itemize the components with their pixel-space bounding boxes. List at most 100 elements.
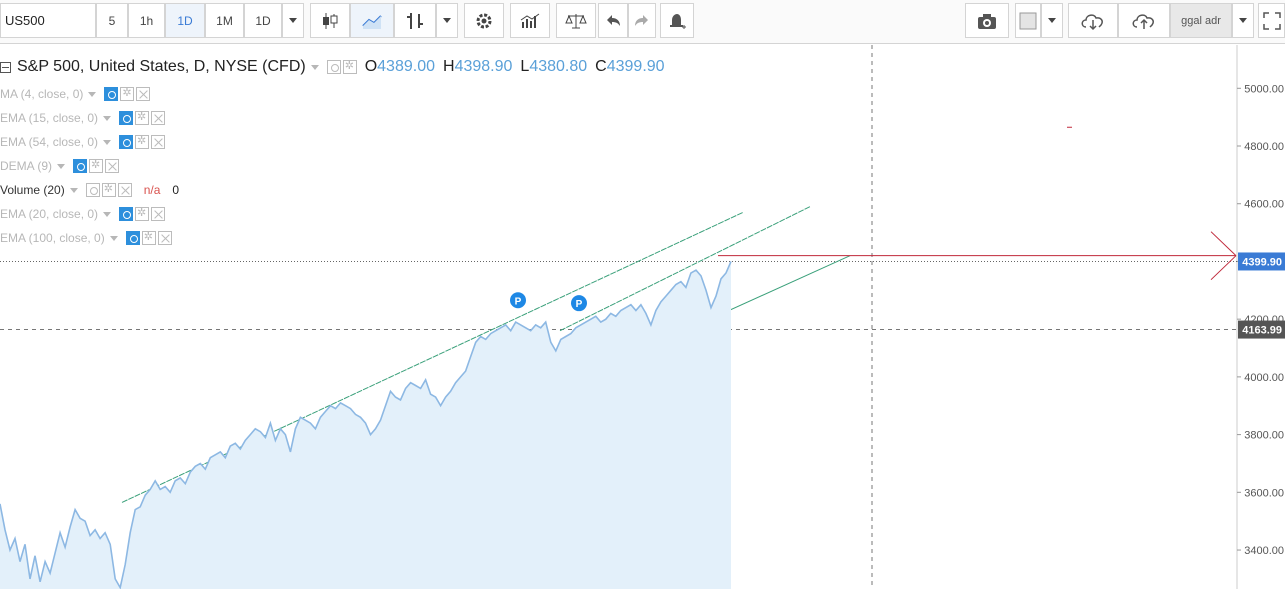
marker-label: P — [515, 296, 522, 307]
visibility-icon[interactable] — [85, 183, 100, 197]
indicator-row: MA (4, close, 0) — [0, 85, 151, 103]
candles-button[interactable] — [310, 3, 350, 38]
low-value: 4380.80 — [529, 58, 588, 75]
settings-gear-icon[interactable] — [141, 230, 156, 245]
settings-button[interactable] — [464, 3, 504, 38]
indicators-button[interactable] — [510, 3, 550, 38]
screenshot-button[interactable] — [965, 3, 1009, 38]
event-marker[interactable]: P — [571, 295, 587, 312]
visibility-icon[interactable] — [73, 159, 88, 173]
tick-label: 3400.00 — [1244, 545, 1284, 557]
line-chart-icon — [362, 14, 382, 29]
chevron-down-icon[interactable] — [103, 211, 112, 217]
visibility-icon[interactable] — [326, 60, 341, 74]
undo-icon — [607, 14, 620, 26]
fullscreen-button[interactable] — [1258, 3, 1285, 38]
indicator-label: EMA (54, close, 0) — [0, 135, 99, 149]
chart-overlay — [718, 126, 1237, 281]
open-label: O — [364, 58, 378, 75]
user-account-button[interactable]: ggal adr — [1170, 3, 1232, 38]
undo-button[interactable] — [598, 3, 628, 38]
settings-gear-icon[interactable] — [135, 134, 150, 149]
cloud-save-button[interactable] — [1118, 3, 1170, 38]
chevron-down-icon — [289, 18, 297, 23]
collapse-legend-icon[interactable] — [0, 61, 11, 73]
indicator-label: DEMA (9) — [0, 159, 53, 173]
remove-icon[interactable] — [105, 159, 120, 173]
fullscreen-icon — [1262, 11, 1281, 30]
interval-1d-custom-button[interactable]: 1D — [244, 3, 282, 38]
interval-dropdown-button[interactable] — [282, 3, 304, 38]
close-value: 4399.90 — [606, 58, 665, 75]
arrow-head-upper — [1210, 231, 1237, 257]
indicator-label: EMA (100, close, 0) — [0, 231, 105, 245]
settings-gear-icon[interactable] — [342, 59, 357, 74]
symbol-title: S&P 500, United States, D, NYSE (CFD) — [17, 58, 306, 75]
indicator-row: EMA (54, close, 0) — [0, 133, 166, 151]
interval-5-button[interactable]: 5 — [96, 3, 128, 38]
alert-button[interactable] — [660, 3, 694, 38]
alert-bell-icon — [670, 13, 686, 29]
chevron-down-icon[interactable] — [69, 187, 78, 193]
tick-label: 3600.00 — [1244, 487, 1284, 499]
chevron-down-icon — [1239, 18, 1247, 23]
chevron-down-icon — [443, 18, 451, 23]
cloud-upload-icon — [1132, 13, 1154, 29]
cloud-load-button[interactable] — [1068, 3, 1118, 38]
compare-button[interactable] — [556, 3, 596, 38]
chevron-down-icon[interactable] — [88, 91, 97, 97]
remove-icon[interactable] — [151, 135, 166, 149]
color-box-icon — [1019, 12, 1037, 29]
event-markers[interactable]: PP — [510, 292, 587, 312]
compare-scale-icon — [565, 13, 587, 28]
settings-gear-icon[interactable] — [101, 182, 116, 197]
chevron-down-icon[interactable] — [310, 64, 319, 70]
high-value: 4398.90 — [454, 58, 513, 75]
chevron-down-icon[interactable] — [103, 139, 112, 145]
line-chart-button[interactable] — [350, 3, 394, 38]
chevron-down-icon[interactable] — [109, 235, 118, 241]
settings-gear-icon[interactable] — [120, 86, 135, 101]
redo-button[interactable] — [628, 3, 656, 38]
visibility-icon[interactable] — [104, 87, 119, 101]
volume-na-value: n/a — [143, 183, 161, 197]
chevron-down-icon[interactable] — [57, 163, 66, 169]
visibility-icon[interactable] — [119, 111, 134, 125]
visibility-icon[interactable] — [125, 231, 140, 245]
arrow-head-lower — [1210, 255, 1237, 281]
interval-1m-button[interactable]: 1M — [205, 3, 244, 38]
remove-icon[interactable] — [157, 231, 172, 245]
chevron-down-icon[interactable] — [103, 115, 112, 121]
visibility-icon[interactable] — [119, 207, 134, 221]
marker-label: P — [576, 299, 583, 310]
user-dropdown-button[interactable] — [1232, 3, 1254, 38]
crosshair-price-badge-label: 4163.99 — [1242, 325, 1282, 337]
indicator-label: MA (4, close, 0) — [0, 87, 84, 101]
settings-gear-icon[interactable] — [135, 110, 150, 125]
chart-type-dropdown-button[interactable] — [436, 3, 458, 38]
interval-1h-button[interactable]: 1h — [128, 3, 165, 38]
settings-gear-icon — [476, 13, 492, 28]
last-price-badge-label: 4399.90 — [1242, 256, 1282, 268]
indicator-row-volume: Volume (20) n/a 0 — [0, 181, 179, 199]
price-axis[interactable]: 5000.004800.004600.004400.004200.004000.… — [1237, 83, 1285, 557]
remove-icon[interactable] — [151, 207, 166, 221]
tick-label: 4800.00 — [1244, 141, 1284, 153]
redo-icon — [635, 14, 648, 26]
remove-icon[interactable] — [117, 183, 132, 197]
interval-1d-button[interactable]: 1D — [165, 3, 205, 38]
price-chart[interactable]: PP 5000.004800.004600.004400.004200.0040… — [0, 45, 1285, 589]
tick-label: 5000.00 — [1244, 83, 1284, 95]
remove-icon[interactable] — [136, 87, 151, 101]
settings-gear-icon[interactable] — [135, 206, 150, 221]
indicator-label: Volume (20) — [0, 183, 65, 197]
color-dropdown-button[interactable] — [1041, 3, 1063, 38]
color-picker-button[interactable] — [1015, 3, 1041, 38]
remove-icon[interactable] — [151, 111, 166, 125]
settings-gear-icon[interactable] — [89, 158, 104, 173]
visibility-icon[interactable] — [119, 135, 134, 149]
bar-chart-button[interactable] — [394, 3, 436, 38]
last-price-badge: 4399.90 — [1238, 252, 1285, 271]
event-marker[interactable]: P — [510, 292, 526, 309]
symbol-input[interactable]: US500 — [0, 3, 96, 38]
